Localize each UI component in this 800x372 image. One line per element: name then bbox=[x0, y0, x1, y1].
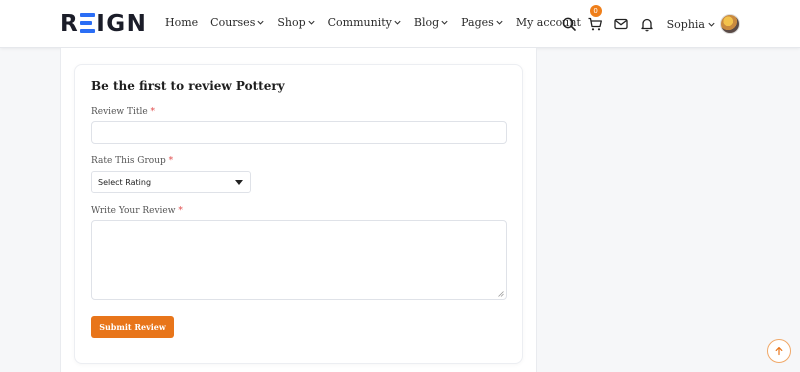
chevron-down-icon bbox=[708, 22, 715, 27]
avatar bbox=[720, 14, 740, 34]
scroll-to-top-button[interactable] bbox=[767, 339, 791, 363]
resize-grip-icon[interactable] bbox=[498, 291, 504, 297]
reign-logo[interactable]: R IGN bbox=[60, 11, 147, 37]
rating-select-value: Select Rating bbox=[98, 178, 152, 187]
notifications-button[interactable] bbox=[639, 16, 655, 32]
review-form-card: Be the first to review Pottery Review Ti… bbox=[74, 64, 523, 364]
search-icon bbox=[562, 17, 576, 31]
header-actions: 0 Sophia bbox=[551, 5, 740, 36]
nav-item-blog[interactable]: Blog bbox=[414, 16, 449, 29]
mail-icon bbox=[613, 18, 628, 30]
nav-item-community[interactable]: Community bbox=[328, 16, 402, 29]
nav-item-label: Blog bbox=[413, 16, 440, 29]
main-nav: Home Courses Shop Community Blog Pages M… bbox=[165, 16, 593, 29]
required-mark: * bbox=[178, 206, 183, 216]
caret-down-icon bbox=[235, 180, 243, 185]
user-name: Sophia bbox=[666, 17, 705, 31]
chevron-down-icon bbox=[308, 20, 315, 25]
nav-item-label: Pages bbox=[461, 16, 494, 29]
nav-item-label: Shop bbox=[277, 16, 306, 29]
nav-item-label: Home bbox=[165, 16, 199, 29]
nav-item-label: Courses bbox=[210, 16, 256, 29]
label-text: Rate This Group bbox=[91, 156, 166, 166]
submit-review-button[interactable]: Submit Review bbox=[91, 316, 174, 338]
rating-select[interactable]: Select Rating bbox=[91, 171, 251, 193]
review-title-label: Review Title * bbox=[91, 107, 155, 117]
review-form-title: Be the first to review Pottery bbox=[91, 79, 285, 93]
cart-button[interactable]: 0 bbox=[587, 5, 603, 32]
logo-e-mark bbox=[80, 13, 96, 33]
chevron-down-icon bbox=[257, 20, 264, 25]
logo-text-end: IGN bbox=[96, 11, 148, 37]
label-text: Write Your Review bbox=[91, 206, 176, 216]
arrow-up-icon bbox=[775, 347, 783, 356]
messages-button[interactable] bbox=[613, 16, 629, 32]
review-textarea[interactable] bbox=[91, 220, 507, 300]
logo-text-start: R bbox=[60, 11, 80, 37]
cart-count-badge: 0 bbox=[589, 5, 602, 17]
nav-item-courses[interactable]: Courses bbox=[210, 16, 265, 29]
user-menu[interactable]: Sophia bbox=[667, 14, 740, 34]
review-text-label: Write Your Review * bbox=[91, 206, 183, 216]
required-mark: * bbox=[150, 107, 156, 117]
rating-label: Rate This Group * bbox=[91, 156, 173, 166]
required-mark: * bbox=[168, 156, 174, 166]
review-title-input[interactable] bbox=[91, 121, 507, 144]
nav-item-pages[interactable]: Pages bbox=[461, 16, 504, 29]
bell-icon bbox=[640, 18, 653, 32]
search-button[interactable] bbox=[561, 16, 577, 32]
cart-icon bbox=[588, 17, 602, 31]
site-header: R IGN Home Courses Shop Community Blog Pa… bbox=[0, 0, 800, 48]
chevron-down-icon bbox=[394, 20, 401, 25]
label-text: Review Title bbox=[91, 107, 148, 117]
chevron-down-icon bbox=[496, 20, 503, 25]
nav-item-label: Community bbox=[327, 16, 392, 29]
nav-item-home[interactable]: Home bbox=[165, 16, 198, 29]
nav-item-shop[interactable]: Shop bbox=[277, 16, 315, 29]
chevron-down-icon bbox=[441, 20, 448, 25]
